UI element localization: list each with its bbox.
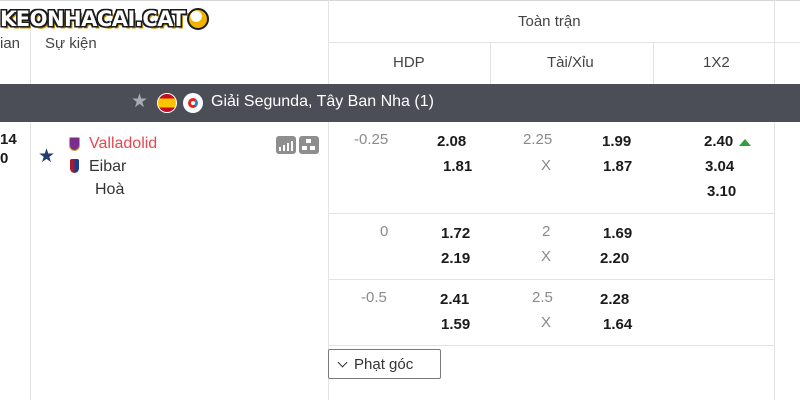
1x2-draw-odd[interactable]: 3.10 <box>707 183 736 200</box>
home-team-name[interactable]: Valladolid <box>89 135 157 153</box>
ou-under-odd[interactable]: 1.64 <box>603 316 632 333</box>
ou-over-odd[interactable]: 1.99 <box>602 133 631 150</box>
ou-line: 2 <box>542 223 551 240</box>
draw-label: Hoà <box>95 181 125 198</box>
hdp-home-odd[interactable]: 1.72 <box>441 225 470 242</box>
league-name[interactable]: Giải Segunda, Tây Ban Nha (1) <box>211 93 434 111</box>
hdp-away-odd[interactable]: 2.19 <box>441 250 470 267</box>
hdp-header: HDP <box>393 54 425 71</box>
corners-toggle-button[interactable]: Phạt góc <box>328 349 441 379</box>
corners-label: Phạt góc <box>354 355 414 373</box>
lineup-icon[interactable] <box>299 136 319 154</box>
ou-under-odd[interactable]: 1.87 <box>603 158 632 175</box>
ou-line: 2.25 <box>523 131 553 148</box>
ou-over-odd[interactable]: 1.69 <box>603 225 632 242</box>
laliga-icon <box>183 93 203 113</box>
chevron-down-icon <box>337 357 348 367</box>
brand-logo-text: KEONHACAI.CAT <box>0 7 186 31</box>
brand-logo[interactable]: KEONHACAI.CAT <box>0 4 210 34</box>
statistics-button[interactable] <box>276 136 296 154</box>
valladolid-crest-icon <box>69 137 80 151</box>
eibar-crest-icon <box>70 159 79 173</box>
hdp-home-odd[interactable]: 2.08 <box>437 133 466 150</box>
soccer-ball-icon <box>187 8 210 30</box>
star-icon[interactable]: ★ <box>131 92 148 111</box>
full-match-header: Toàn trận <box>518 13 581 30</box>
away-team-name[interactable]: Eibar <box>89 158 126 176</box>
hdp-line: -0.25 <box>354 131 389 148</box>
ou-line: 2.5 <box>532 289 553 306</box>
hdp-line: 0 <box>380 223 389 240</box>
hdp-line: -0.5 <box>361 289 387 306</box>
hdp-away-odd[interactable]: 1.59 <box>441 316 470 333</box>
odds-up-arrow-icon <box>739 139 751 146</box>
ou-over-odd[interactable]: 2.28 <box>600 291 629 308</box>
over-under-header: Tài/Xỉu <box>547 54 594 71</box>
match-time: 14 <box>0 131 17 148</box>
spain-flag-icon <box>157 93 177 113</box>
ou-x-mark: X <box>541 314 552 331</box>
time-column-header: ian <box>0 35 21 52</box>
1x2-home-odd[interactable]: 2.40 <box>704 133 733 150</box>
hdp-home-odd[interactable]: 2.41 <box>440 291 469 308</box>
1x2-header: 1X2 <box>703 54 730 71</box>
hdp-away-odd[interactable]: 1.81 <box>443 158 472 175</box>
event-column-header: Sự kiện <box>45 35 97 52</box>
match-minute: 0 <box>0 150 9 167</box>
ou-x-mark: X <box>541 248 552 265</box>
1x2-away-odd[interactable]: 3.04 <box>705 158 734 175</box>
ou-under-odd[interactable]: 2.20 <box>600 250 629 267</box>
favorite-star-icon[interactable]: ★ <box>38 147 55 166</box>
ou-x-mark: X <box>541 157 552 174</box>
